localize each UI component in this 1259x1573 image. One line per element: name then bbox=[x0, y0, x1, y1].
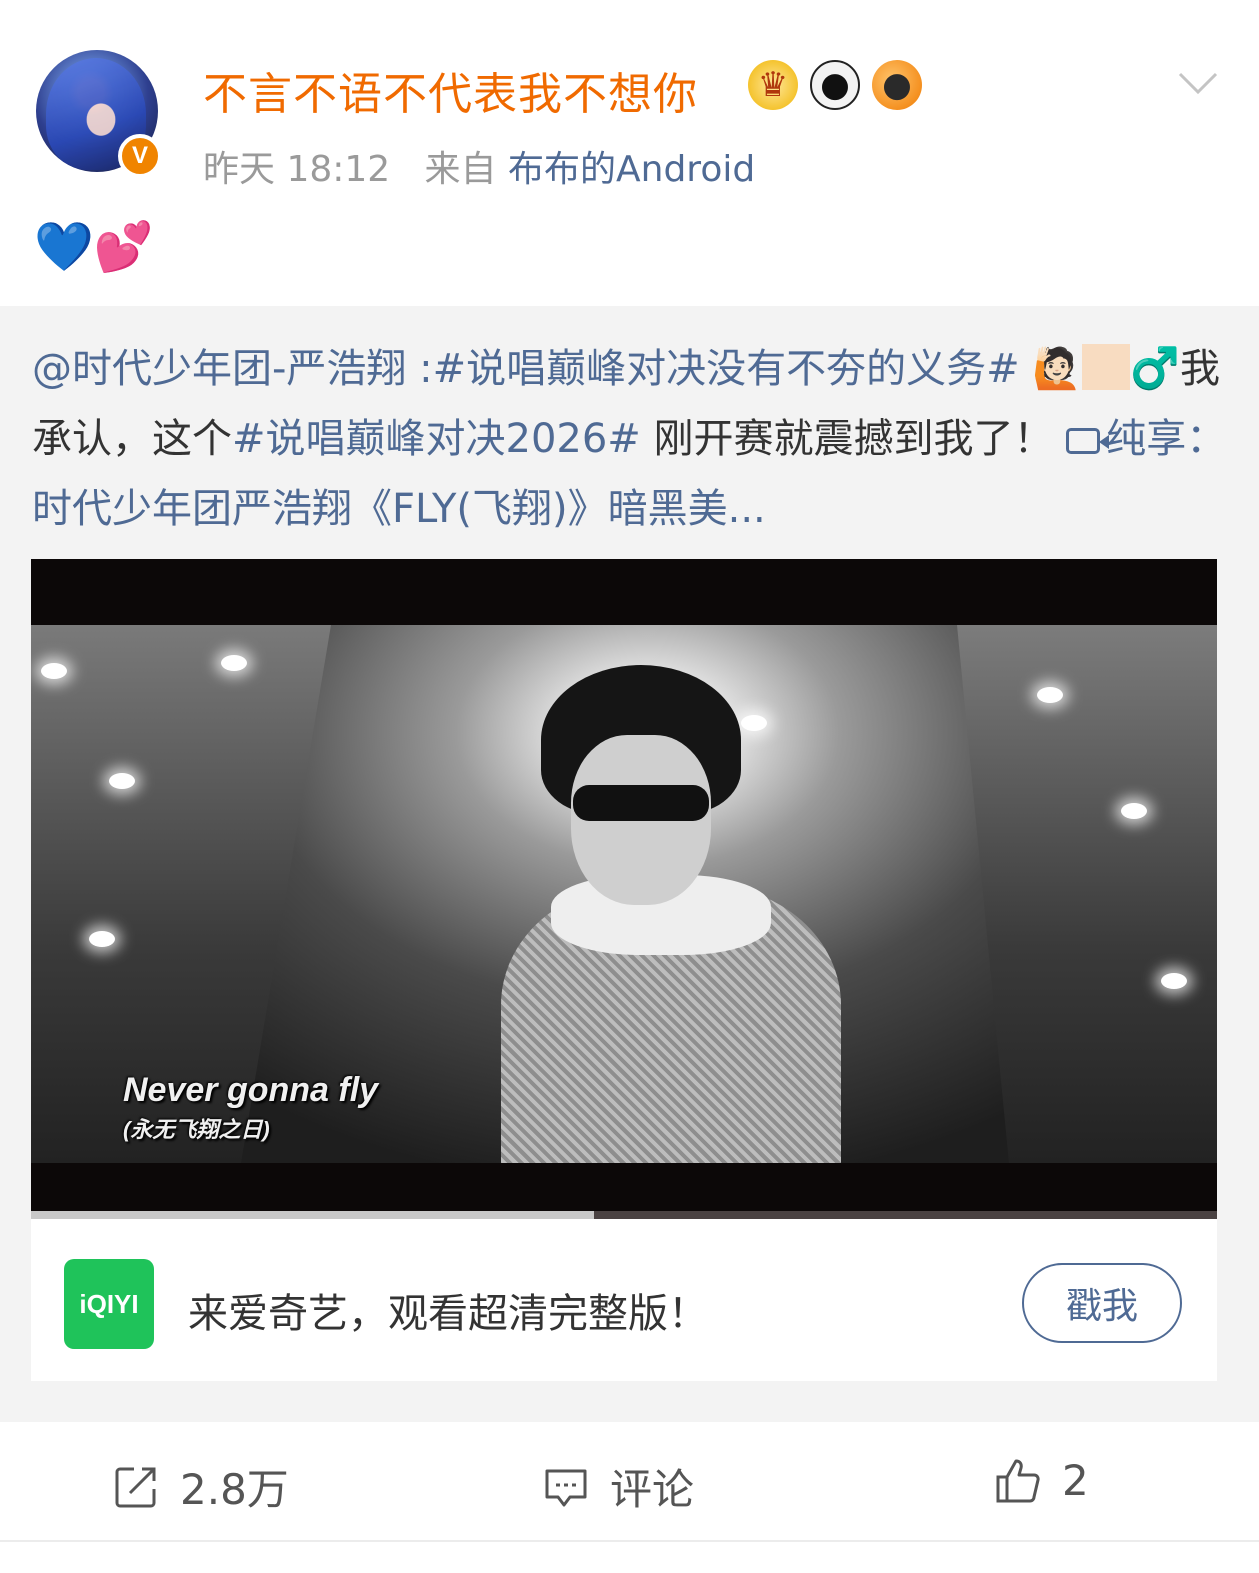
reposted-content[interactable]: @时代少年团-严浩翔 :#说唱巅峰对决没有不夯的义务# 🙋🏻 ♂️我承认，这个#说… bbox=[0, 306, 1259, 1422]
performer bbox=[461, 665, 861, 1163]
action-bar: 2.8万 评论 2 bbox=[0, 1422, 1259, 1542]
topic-link[interactable]: #说唱巅峰对决没有不夯的义务# bbox=[433, 346, 1020, 392]
promo-text: 来爱奇艺，观看超清完整版！ bbox=[188, 1291, 708, 1337]
post-meta: 昨天 18:12 来自 布布的Android bbox=[203, 140, 755, 192]
crown-badge-icon[interactable]: ♛ bbox=[748, 60, 798, 110]
repost-button[interactable]: 2.8万 bbox=[112, 1456, 289, 1517]
stage-light bbox=[1161, 973, 1187, 989]
comment-label: 评论 bbox=[610, 1465, 695, 1514]
video-frame: Never gonna fly (永无飞翔之日) bbox=[31, 625, 1217, 1163]
performer-glasses bbox=[573, 785, 709, 821]
video-subtitle: Never gonna fly (永无飞翔之日) bbox=[123, 1071, 378, 1144]
fish-badge-icon[interactable]: ● bbox=[872, 60, 922, 110]
like-button[interactable]: 2 bbox=[994, 1456, 1089, 1505]
panda-badge-icon[interactable]: ● bbox=[810, 60, 860, 110]
video-icon bbox=[1066, 428, 1110, 454]
verified-badge-icon: V bbox=[118, 134, 162, 178]
comment-icon bbox=[545, 1469, 587, 1506]
stage-light bbox=[1037, 687, 1063, 703]
like-count: 2 bbox=[1062, 1456, 1089, 1505]
comment-button[interactable]: 评论 bbox=[542, 1456, 694, 1517]
video-progress-bar[interactable] bbox=[31, 1211, 1217, 1219]
stage-light bbox=[89, 931, 115, 947]
stage-light bbox=[41, 663, 67, 679]
male-sign-emoji: ♂️ bbox=[1130, 346, 1181, 392]
post-source[interactable]: 布布的Android bbox=[508, 149, 755, 190]
iqiyi-logo-icon: iQIYI bbox=[64, 1259, 154, 1349]
repost-icon bbox=[115, 1467, 156, 1507]
topic-link-2[interactable]: #说唱巅峰对决2026# bbox=[232, 416, 641, 462]
stage-light bbox=[1121, 803, 1147, 819]
chevron-down-icon[interactable] bbox=[1176, 60, 1220, 104]
repost-body-2: 刚开赛就震撼到我了！ bbox=[640, 416, 1054, 462]
user-badges: ♛ ● ● bbox=[748, 60, 922, 110]
mention-separator: : bbox=[406, 346, 433, 392]
source-prefix: 来自 bbox=[424, 149, 497, 190]
subtitle-english: Never gonna fly bbox=[123, 1071, 379, 1109]
repost-text: @时代少年团-严浩翔 :#说唱巅峰对决没有不夯的义务# 🙋🏻 ♂️我承认，这个#说… bbox=[32, 334, 1227, 544]
post-text: 💙💕 bbox=[34, 219, 154, 275]
stage-panel-right bbox=[957, 625, 1217, 1163]
thumbs-up-icon bbox=[996, 1459, 1040, 1502]
video-player[interactable]: Never gonna fly (永无飞翔之日) bbox=[31, 559, 1217, 1219]
post-header: V 不言不语不代表我不想你 ♛ ● ● 昨天 18:12 来自 布布的Andro… bbox=[0, 0, 1259, 275]
repost-count: 2.8万 bbox=[180, 1465, 289, 1514]
post-time: 昨天 18:12 bbox=[203, 149, 391, 190]
promo-button[interactable]: 戳我 bbox=[1022, 1263, 1182, 1343]
mention-link[interactable]: @时代少年团-严浩翔 bbox=[32, 346, 406, 392]
stage-light bbox=[221, 655, 247, 671]
video-progress-fill bbox=[31, 1211, 595, 1219]
raising-hand-emoji: 🙋🏻 bbox=[1032, 346, 1083, 392]
iqiyi-promo-card[interactable]: iQIYI 来爱奇艺，观看超清完整版！ 戳我 bbox=[31, 1219, 1217, 1381]
subtitle-chinese: (永无飞翔之日) bbox=[123, 1117, 270, 1142]
skin-tone-emoji-icon bbox=[1082, 344, 1131, 390]
username[interactable]: 不言不语不代表我不想你 bbox=[203, 58, 698, 122]
stage-light bbox=[109, 773, 135, 789]
